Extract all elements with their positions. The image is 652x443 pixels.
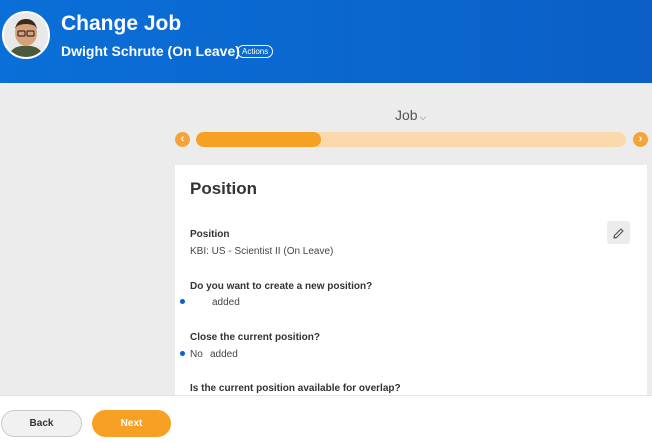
added-marker: added [210, 349, 238, 360]
card-title: Position [190, 179, 258, 198]
radio-selected-icon[interactable] [180, 351, 185, 356]
position-label: Position [190, 229, 230, 240]
progress-bar [196, 132, 626, 147]
pencil-icon [613, 228, 624, 239]
position-card: Position Position KBI: US - Scientist II… [175, 165, 647, 405]
question-label: Close the current position? [190, 332, 321, 343]
next-step-button[interactable]: › [633, 132, 648, 147]
chevron-down-icon: ⌵ [419, 112, 427, 122]
actions-button[interactable]: Actions [237, 45, 274, 58]
step-selector[interactable]: Job ⌵ [395, 107, 426, 123]
edit-button[interactable] [607, 221, 630, 244]
progress-fill [196, 132, 321, 147]
page-title: Change Job [61, 12, 182, 35]
added-marker: added [212, 297, 240, 308]
person-avatar-icon [4, 13, 48, 57]
question-label: Is the current position available for ov… [190, 383, 401, 394]
footer-bar: Back Next [0, 395, 652, 443]
next-button[interactable]: Next [92, 410, 171, 437]
person-avatar[interactable] [2, 11, 50, 59]
chevron-right-icon: › [638, 133, 643, 145]
worker-name[interactable]: Dwight Schrute (On Leave) [61, 43, 240, 59]
radio-selected-icon[interactable] [180, 299, 185, 304]
step-label: Job [395, 107, 418, 123]
position-value: KBI: US - Scientist II (On Leave) [190, 246, 334, 257]
question-label: Do you want to create a new position? [190, 281, 373, 292]
back-button[interactable]: Back [1, 410, 82, 437]
chevron-left-icon: ‹ [180, 133, 185, 145]
previous-step-button[interactable]: ‹ [175, 132, 190, 147]
question-answer: No [190, 349, 203, 360]
page-header: Change Job Dwight Schrute (On Leave) Act… [0, 0, 652, 83]
